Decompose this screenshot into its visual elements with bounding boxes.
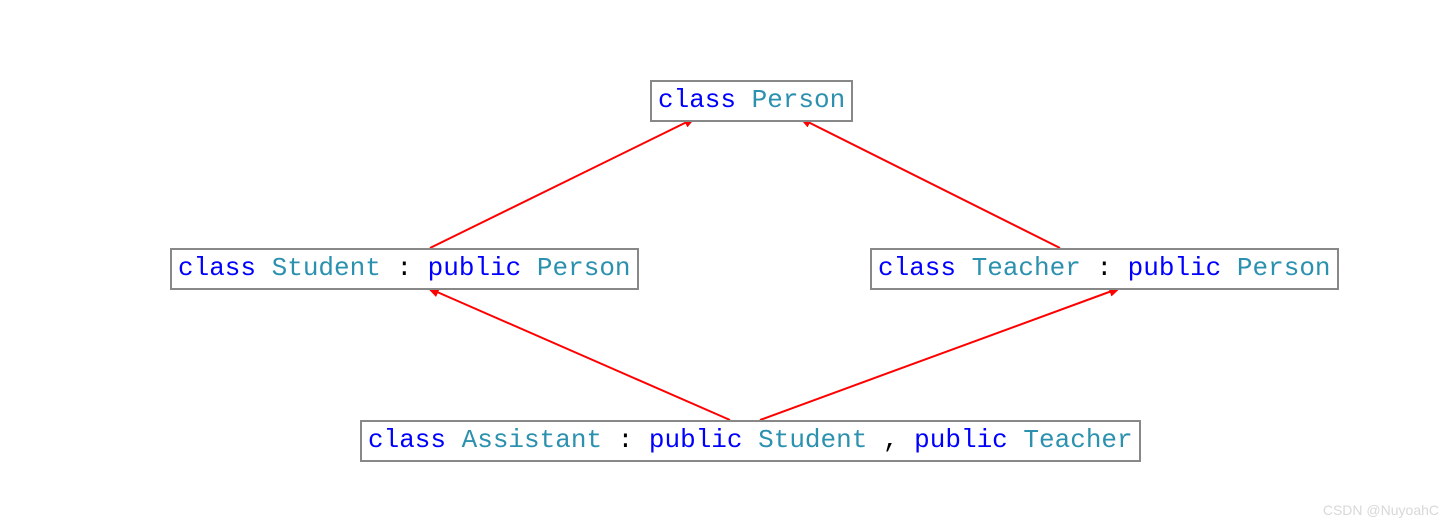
watermark: CSDN @NuyoahC [1323,502,1439,518]
arrow-assistant-to-student [428,288,730,420]
type-name-assistant: Assistant [462,425,602,455]
class-box-student: class Student : public Person [170,248,639,290]
arrow-student-to-person [430,118,695,248]
type-name-base: Person [1237,253,1331,283]
colon: : [1096,253,1112,283]
class-box-assistant: class Assistant : public Student , publi… [360,420,1141,462]
type-name-base2: Teacher [1023,425,1132,455]
comma: , [883,425,899,455]
keyword-public: public [428,253,522,283]
keyword-public: public [914,425,1008,455]
type-name-student: Student [272,253,381,283]
type-name-base: Person [537,253,631,283]
type-name-teacher: Teacher [972,253,1081,283]
class-box-person: class Person [650,80,853,122]
keyword-public: public [1128,253,1222,283]
keyword-class: class [178,253,256,283]
keyword-class: class [878,253,956,283]
keyword-class: class [368,425,446,455]
arrow-assistant-to-teacher [760,288,1120,420]
keyword-class: class [658,85,736,115]
arrow-teacher-to-person [800,118,1060,248]
class-box-teacher: class Teacher : public Person [870,248,1339,290]
type-name-person: Person [752,85,846,115]
keyword-public: public [649,425,743,455]
colon: : [618,425,634,455]
colon: : [396,253,412,283]
type-name-base1: Student [758,425,867,455]
